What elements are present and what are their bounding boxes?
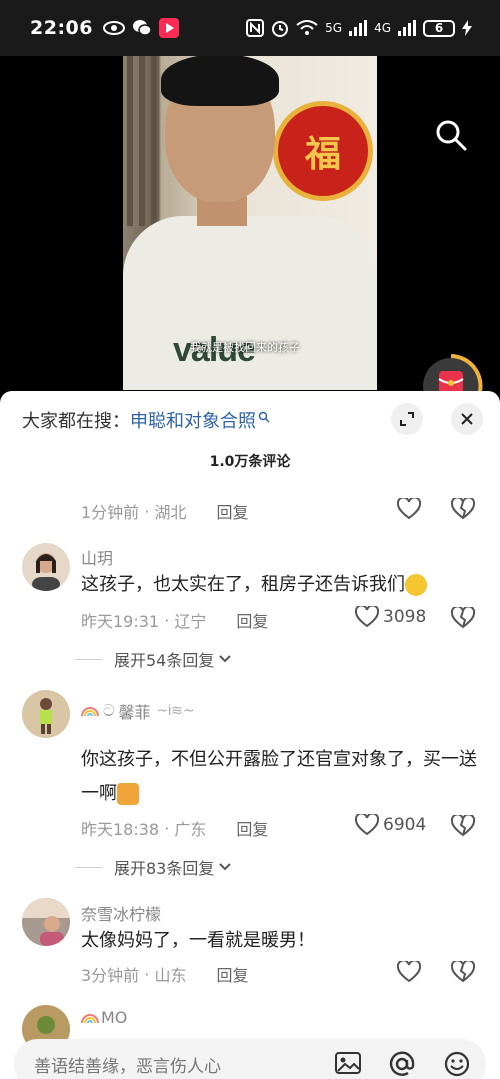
comment-username-row[interactable]: ට 馨菲 ~Ꭵ≋~: [81, 699, 195, 723]
chevron-down-icon: [219, 863, 232, 871]
heart-icon[interactable]: [397, 498, 421, 520]
doge-emoji-icon: [117, 783, 139, 805]
battery-level: 6: [423, 19, 455, 37]
broken-heart-icon[interactable]: [451, 498, 475, 520]
like-button[interactable]: 6904: [355, 814, 426, 836]
close-button[interactable]: [451, 403, 483, 435]
chevron-down-icon: [219, 655, 232, 663]
nfc-icon: [246, 19, 265, 37]
heart-icon: [355, 814, 379, 836]
fullscreen-button[interactable]: [391, 403, 423, 435]
network-4g: 4G: [374, 21, 391, 35]
search-suggestion[interactable]: 大家都在搜： 申聪和对象合照: [22, 407, 270, 433]
reply-button[interactable]: 回复: [236, 608, 268, 632]
comment-username-row[interactable]: MO: [81, 1008, 127, 1027]
emoji-icon[interactable]: [444, 1051, 470, 1077]
laughing-emoji-icon: [405, 574, 427, 596]
avatar[interactable]: [22, 543, 70, 591]
video-player[interactable]: 福 value 我就是被找回来的孩子: [0, 56, 500, 414]
expand-icon: [400, 412, 414, 426]
alarm-icon: [272, 21, 289, 37]
search-small-icon: [258, 411, 270, 423]
comment-username[interactable]: 奈雪冰柠檬: [81, 901, 161, 925]
comment-meta: 3分钟前 · 山东 回复: [81, 962, 248, 986]
charging-icon: [462, 20, 472, 36]
comment-text: 这孩子，也太实在了，租房子还告诉我们: [81, 568, 481, 602]
comment-input-placeholder: 善语结善缘，恶言伤人心: [34, 1056, 221, 1077]
comment-username: MO: [101, 1008, 128, 1027]
expand-replies-button[interactable]: 展开54条回复: [76, 647, 232, 671]
reply-button[interactable]: 回复: [236, 816, 268, 840]
comment-text: 你这孩子，不但公开露脸了还官宣对象了，买一送一啊: [81, 749, 477, 805]
signal-icon-2: [398, 20, 416, 36]
video-subtitle: 我就是被找回来的孩子: [190, 341, 300, 354]
close-icon: [461, 413, 473, 425]
status-bar: 22:06 5G 4G 6: [0, 0, 500, 56]
comment-text: 太像妈妈了，一看就是暖男！: [81, 930, 315, 951]
comment-panel: 大家都在搜： 申聪和对象合照 1.0万条评论 1分钟前 · 湖北 回复 山玥 这…: [0, 391, 500, 1079]
avatar[interactable]: [22, 898, 70, 946]
search-tip-label: 大家都在搜：: [22, 411, 130, 432]
search-tip-query[interactable]: 申聪和对象合照: [130, 407, 256, 433]
eye-icon: [102, 21, 125, 35]
like-count: 3098: [383, 607, 427, 627]
signal-icon: [349, 20, 368, 36]
comment-username: 馨菲: [118, 703, 151, 722]
comment-input[interactable]: 善语结善缘，恶言伤人心: [14, 1039, 486, 1079]
comment-meta: 昨天18:38 · 广东 回复: [81, 816, 268, 840]
wifi-icon: [296, 20, 318, 35]
reply-button[interactable]: 回复: [216, 499, 248, 523]
heart-icon[interactable]: [397, 961, 421, 983]
mention-icon[interactable]: [389, 1051, 415, 1077]
expand-replies-button[interactable]: 展开83条回复: [76, 855, 232, 879]
search-icon[interactable]: [434, 118, 468, 152]
like-button[interactable]: 3098: [355, 606, 426, 628]
comment-meta: 1分钟前 · 湖北 回复: [81, 499, 248, 523]
broken-heart-icon[interactable]: [451, 607, 475, 629]
avatar[interactable]: [22, 690, 70, 738]
status-time: 22:06: [30, 17, 93, 39]
like-count: 6904: [383, 815, 427, 835]
douyin-app-icon: [158, 18, 179, 38]
image-icon[interactable]: [335, 1052, 361, 1076]
rainbow-icon: [81, 707, 99, 717]
broken-heart-icon[interactable]: [451, 815, 475, 837]
comment-username[interactable]: 山玥: [81, 545, 113, 569]
network-5g: 5G: [325, 21, 343, 35]
fu-decoration: 福: [273, 101, 373, 201]
reply-button[interactable]: 回复: [216, 962, 248, 986]
heart-icon: [355, 606, 379, 628]
wechat-icon: [132, 20, 152, 36]
rainbow-icon: [81, 1013, 99, 1023]
comment-count: 1.0万条评论: [209, 454, 291, 470]
comment-meta: 昨天19:31 · 辽宁 回复: [81, 608, 268, 632]
broken-heart-icon[interactable]: [451, 961, 475, 983]
